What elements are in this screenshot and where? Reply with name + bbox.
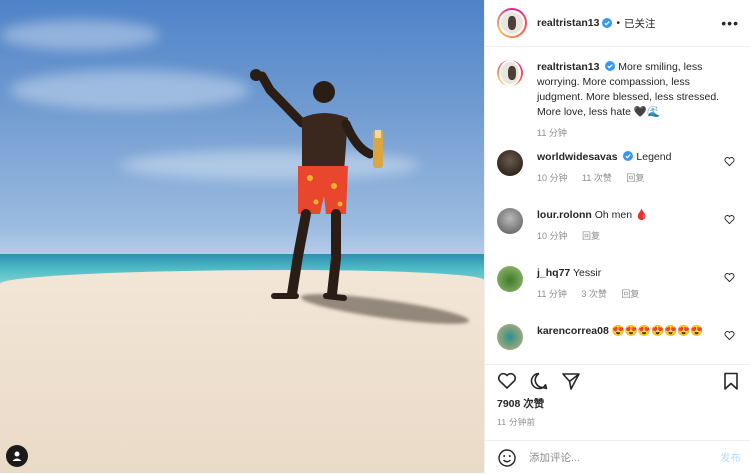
comments-list: realtristan13 More smiling, less worryin… [485,60,750,355]
commenter-avatar[interactable] [497,150,523,176]
comment-username[interactable]: worldwidesavas [537,151,618,163]
bookmark-icon[interactable] [721,371,741,391]
verified-badge-icon [602,18,613,28]
author-username[interactable]: realtristan13 [537,17,599,29]
post-panel: realtristan13 • 已关注 ••• realtristan13 Mo… [484,0,750,473]
user-icon [12,451,22,461]
comment-likes[interactable]: 3 次赞 [581,289,607,299]
tagged-user-button[interactable] [6,445,28,467]
comment-bubble-icon[interactable] [529,371,549,391]
comment-input[interactable]: 添加评论... [529,450,720,465]
follow-status-button[interactable]: 已关注 [624,16,656,31]
cloud [0,20,160,50]
like-heart-icon[interactable] [497,371,517,391]
caption: realtristan13 More smiling, less worryin… [485,60,750,150]
comment-time: 10 分钟 [537,173,568,183]
share-send-icon[interactable] [561,371,581,391]
commenter-avatar[interactable] [497,266,523,292]
add-comment-bar: 添加评论... 发布 [485,440,750,474]
comment-text: 😍😍😍😍😍😍😍 [611,325,704,337]
comment-username[interactable]: karencorrea08 [537,325,609,337]
caption-avatar[interactable] [497,60,523,86]
post-actions [485,364,750,395]
separator-dot: • [616,17,620,29]
commenter-avatar[interactable] [497,324,523,350]
comment: worldwidesavas Legend 10 分钟 11 次赞 回复 [485,150,750,208]
cloud [10,70,250,110]
comment-likes[interactable]: 11 次赞 [582,173,612,183]
reply-button[interactable]: 回复 [626,173,644,183]
comment-time: 11 分钟 [537,289,567,299]
caption-time: 11 分钟 [537,128,567,138]
comment-username[interactable]: j_hq77 [537,267,570,279]
ellipsis-icon[interactable]: ••• [721,15,739,31]
verified-badge-icon [623,151,634,161]
author-avatar[interactable] [497,8,527,38]
post-header: realtristan13 • 已关注 ••• [485,0,750,47]
reply-button[interactable]: 回复 [621,289,639,299]
post-photo[interactable] [0,0,484,473]
heart-icon[interactable] [724,330,735,341]
comment-text: Legend [636,151,672,163]
comment: j_hq77 Yessir 11 分钟 3 次赞 回复 [485,266,750,324]
caption-username[interactable]: realtristan13 [537,61,599,73]
comment-text: Yessir [573,267,602,279]
heart-icon[interactable] [724,156,735,167]
heart-icon[interactable] [724,272,735,283]
comment-text: Oh men 🩸 [594,209,649,221]
reply-button[interactable]: 回复 [582,231,600,241]
comment: karencorrea08 😍😍😍😍😍😍😍 [485,324,750,355]
heart-icon[interactable] [724,214,735,225]
likes-count[interactable]: 7908 次赞 [497,396,544,411]
post-timestamp: 11 分钟前 [497,417,536,427]
commenter-avatar[interactable] [497,208,523,234]
comment: lour.rolonn Oh men 🩸 10 分钟 回复 [485,208,750,266]
post-comment-button[interactable]: 发布 [720,450,741,465]
comment-username[interactable]: lour.rolonn [537,209,592,221]
person-figure [250,69,383,301]
emoji-icon[interactable] [497,448,517,468]
verified-badge-icon [605,61,616,71]
comment-time: 10 分钟 [537,231,568,241]
